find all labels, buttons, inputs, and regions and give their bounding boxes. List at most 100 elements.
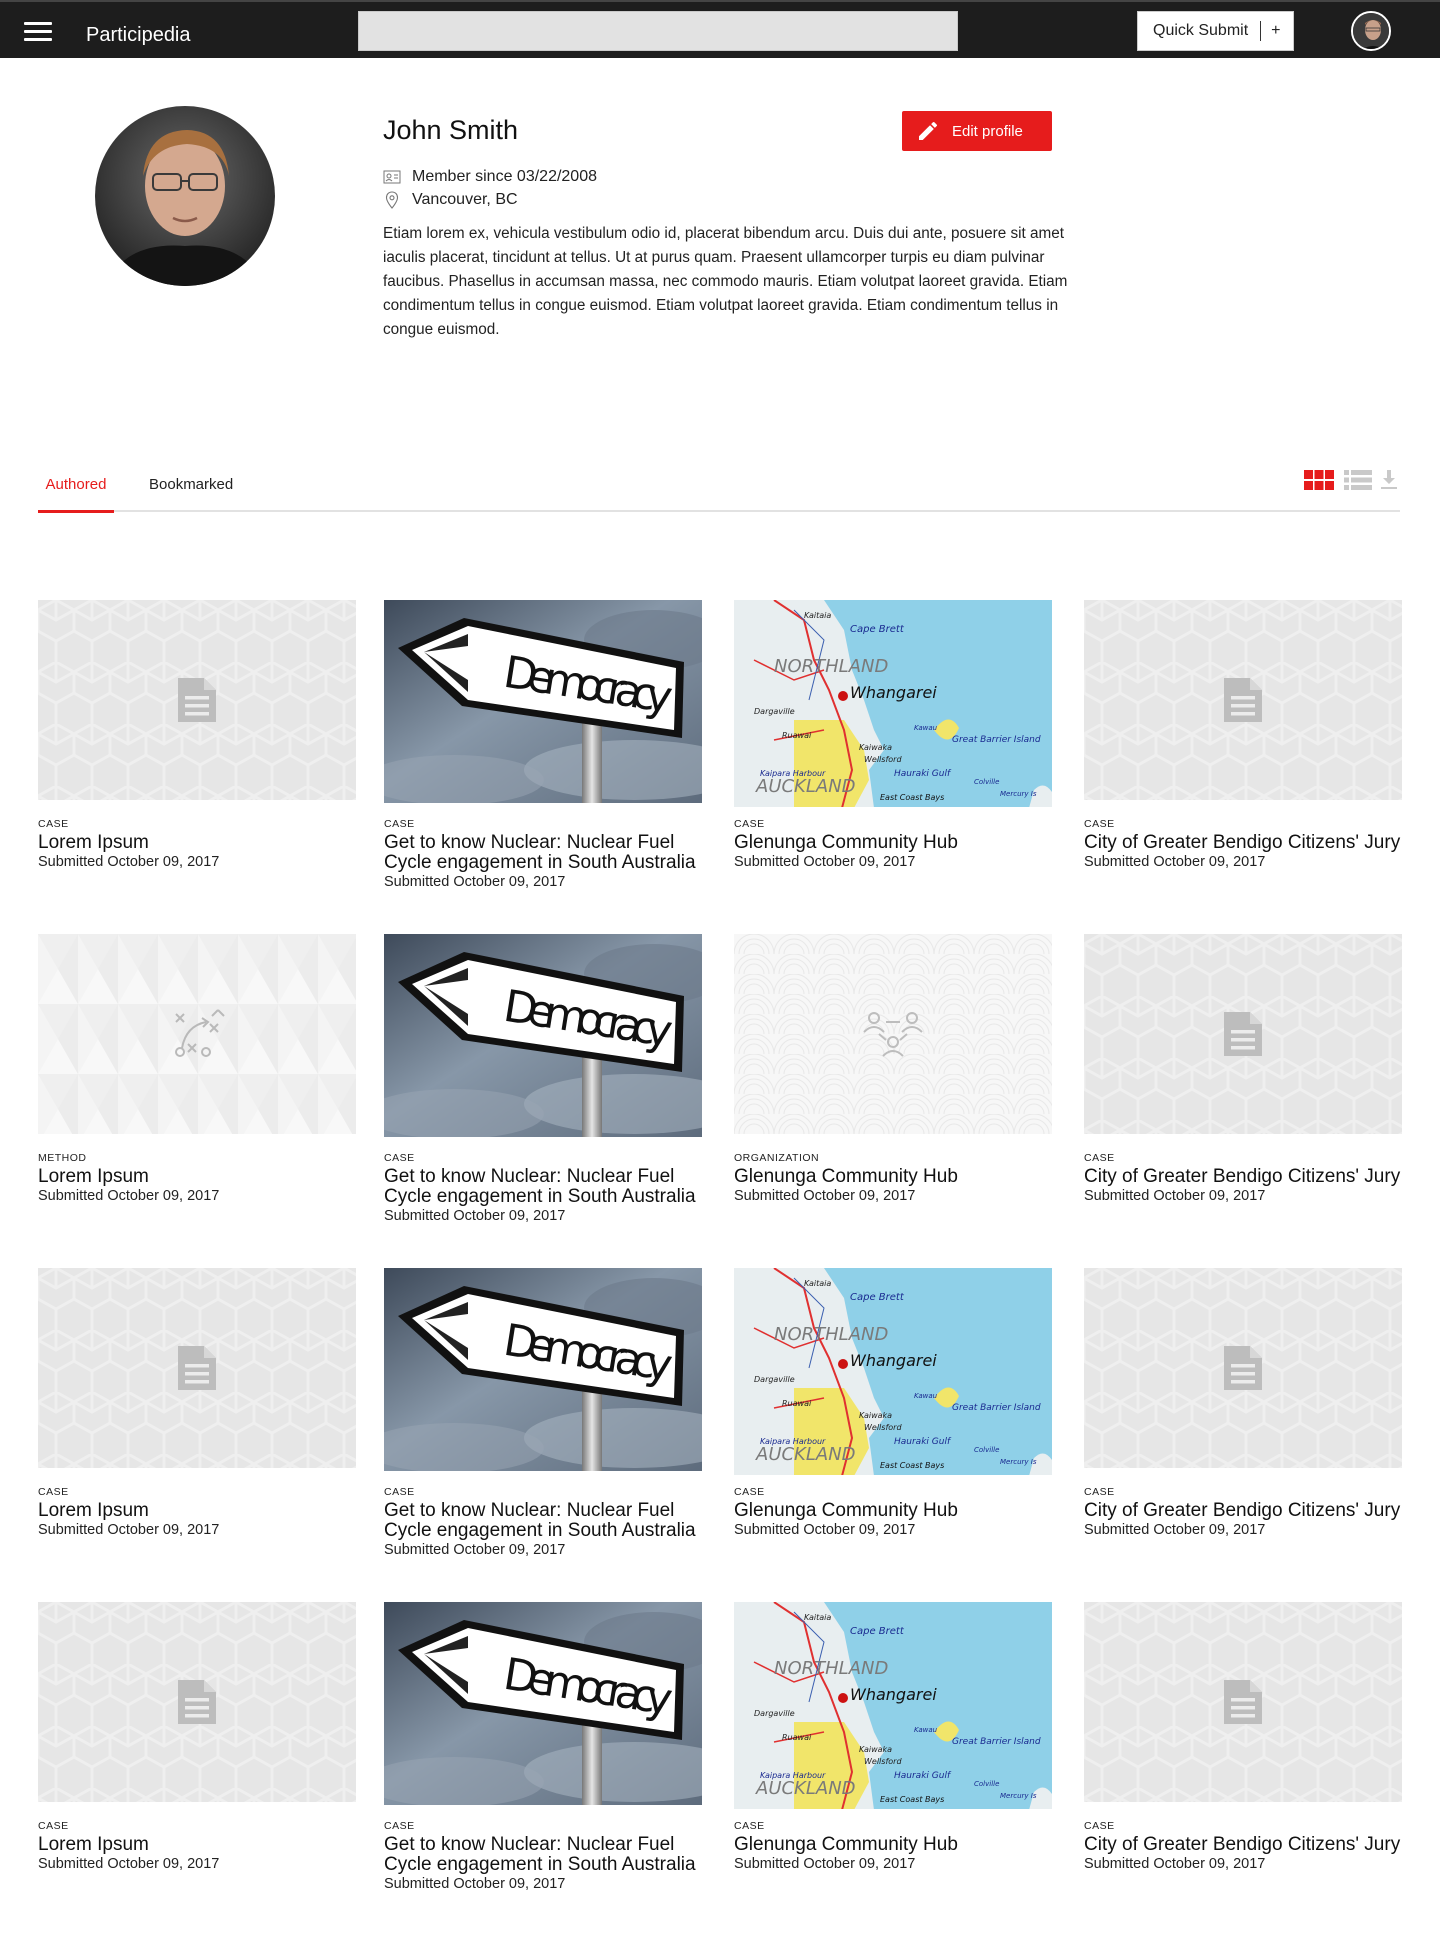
content-card[interactable]: CASE Lorem Ipsum Submitted October 09, 201… (38, 600, 356, 870)
list-view-icon[interactable] (1344, 470, 1372, 490)
map-label: Ruawai (782, 1733, 812, 1742)
card-date: Submitted October 09, 2017 (1084, 1188, 1266, 1204)
card-type: CASE (734, 1486, 765, 1498)
top-navigation-bar: Participedia Quick Submit + (0, 0, 1440, 58)
download-icon[interactable] (1380, 468, 1398, 490)
card-title[interactable]: Get to know Nuclear: Nuclear Fuel Cycle … (384, 1501, 702, 1541)
card-title[interactable]: Lorem Ipsum (38, 1835, 356, 1855)
profile-photo (95, 106, 275, 286)
content-card[interactable]: Cape Brett NORTHLAND Whangarei AUCKLAND … (734, 1268, 1052, 1538)
map-label: Hauraki Gulf (894, 1437, 952, 1447)
card-thumbnail[interactable] (38, 1268, 356, 1468)
map-label: Cape Brett (850, 1292, 905, 1303)
card-title[interactable]: Lorem Ipsum (38, 1501, 356, 1521)
menu-icon[interactable] (24, 22, 52, 42)
content-card[interactable]: Cape Brett NORTHLAND Whangarei AUCKLAND … (734, 1602, 1052, 1872)
map-label: Whangarei (850, 683, 937, 702)
map-label: East Coast Bays (880, 1461, 944, 1470)
map-label: Kaitaia (804, 611, 831, 620)
map-label: AUCKLAND (755, 1444, 856, 1465)
card-title[interactable]: City of Greater Bendigo Citizens' Jury (1084, 1167, 1402, 1187)
map-label: Kaiwaka (859, 1411, 892, 1420)
content-card[interactable]: Democracy CASE Get to know Nuclear: Nucle… (384, 1268, 702, 1558)
card-thumbnail[interactable]: Democracy (384, 934, 702, 1137)
user-avatar[interactable] (1351, 11, 1391, 51)
map-label: East Coast Bays (880, 1795, 944, 1804)
card-thumbnail[interactable]: Democracy (384, 1268, 702, 1471)
card-thumbnail[interactable] (1084, 934, 1402, 1134)
brand-logo[interactable]: Participedia (86, 24, 191, 47)
tab-bookmarked[interactable]: Bookmarked (149, 474, 233, 512)
map-label: Kawau (914, 1392, 938, 1400)
content-card[interactable]: Cape Brett NORTHLAND Whangarei AUCKLAND … (734, 600, 1052, 870)
search-input[interactable] (358, 11, 958, 51)
map-label: Colville (974, 778, 999, 786)
map-label: Great Barrier Island (952, 735, 1041, 745)
quick-submit-button[interactable]: Quick Submit + (1137, 11, 1294, 51)
card-type: CASE (1084, 818, 1115, 830)
card-date: Submitted October 09, 2017 (1084, 854, 1266, 870)
location-pin-icon (385, 191, 399, 209)
card-thumbnail[interactable] (1084, 1602, 1402, 1802)
tab-authored[interactable]: Authored (38, 474, 114, 513)
map-label: Great Barrier Island (952, 1403, 1041, 1413)
map-label: Ruawai (782, 1399, 812, 1408)
card-type: CASE (1084, 1486, 1115, 1498)
card-date: Submitted October 09, 2017 (734, 1522, 916, 1538)
location-row: Vancouver, BC (383, 191, 518, 209)
card-title[interactable]: Glenunga Community Hub (734, 833, 1052, 853)
card-title[interactable]: Glenunga Community Hub (734, 1167, 1052, 1187)
card-thumbnail[interactable] (1084, 600, 1402, 800)
map-label: Cape Brett (850, 1626, 905, 1637)
content-card[interactable]: METHOD Lorem Ipsum Submitted October 09, 2… (38, 934, 356, 1204)
card-thumbnail[interactable] (38, 934, 356, 1134)
card-type: CASE (38, 818, 69, 830)
card-title[interactable]: Lorem Ipsum (38, 1167, 356, 1187)
card-title[interactable]: Glenunga Community Hub (734, 1835, 1052, 1855)
card-thumbnail[interactable]: Cape Brett NORTHLAND Whangarei AUCKLAND … (734, 600, 1052, 807)
content-card[interactable]: CASE City of Greater Bendigo Citizens' Ju… (1084, 934, 1402, 1204)
map-label: AUCKLAND (755, 1778, 856, 1799)
profile-bio: Etiam lorem ex, vehicula vestibulum odio… (383, 225, 1068, 338)
quick-submit-label: Quick Submit (1138, 21, 1262, 41)
card-title[interactable]: Get to know Nuclear: Nuclear Fuel Cycle … (384, 1167, 702, 1207)
card-title[interactable]: Glenunga Community Hub (734, 1501, 1052, 1521)
card-title[interactable]: Get to know Nuclear: Nuclear Fuel Cycle … (384, 833, 702, 873)
content-card[interactable]: CASE City of Greater Bendigo Citizens' Ju… (1084, 1602, 1402, 1872)
card-thumbnail[interactable] (734, 934, 1052, 1134)
content-card[interactable]: CASE Lorem Ipsum Submitted October 09, 201… (38, 1268, 356, 1538)
card-thumbnail[interactable] (38, 600, 356, 800)
card-thumbnail[interactable]: Democracy (384, 600, 702, 803)
content-card[interactable]: Democracy CASE Get to know Nuclear: Nucle… (384, 1602, 702, 1892)
card-title[interactable]: City of Greater Bendigo Citizens' Jury (1084, 1501, 1402, 1521)
card-thumbnail[interactable]: Cape Brett NORTHLAND Whangarei AUCKLAND … (734, 1602, 1052, 1809)
card-date: Submitted October 09, 2017 (384, 1208, 566, 1224)
card-title[interactable]: City of Greater Bendigo Citizens' Jury (1084, 1835, 1402, 1855)
card-date: Submitted October 09, 2017 (734, 854, 916, 870)
card-type: CASE (734, 818, 765, 830)
card-thumbnail[interactable]: Democracy (384, 1602, 702, 1805)
card-thumbnail[interactable] (38, 1602, 356, 1802)
content-card[interactable]: CASE Lorem Ipsum Submitted October 09, 201… (38, 1602, 356, 1872)
map-label: Kawau (914, 724, 938, 732)
map-label: Ruawai (782, 731, 812, 740)
card-type: ORGANIZATION (734, 1152, 820, 1164)
card-title[interactable]: City of Greater Bendigo Citizens' Jury (1084, 833, 1402, 853)
grid-view-icon[interactable] (1304, 470, 1334, 490)
card-thumbnail[interactable]: Cape Brett NORTHLAND Whangarei AUCKLAND … (734, 1268, 1052, 1475)
card-title[interactable]: Lorem Ipsum (38, 833, 356, 853)
content-card[interactable]: Democracy CASE Get to know Nuclear: Nucle… (384, 934, 702, 1224)
card-thumbnail[interactable] (1084, 1268, 1402, 1468)
content-card[interactable]: Democracy CASE Get to know Nuclear: Nucle… (384, 600, 702, 890)
card-type: CASE (1084, 1820, 1115, 1832)
card-title[interactable]: Get to know Nuclear: Nuclear Fuel Cycle … (384, 1835, 702, 1875)
card-type: CASE (1084, 1152, 1115, 1164)
card-type: METHOD (38, 1152, 87, 1164)
edit-profile-button[interactable]: Edit profile (902, 111, 1052, 151)
content-card[interactable]: CASE City of Greater Bendigo Citizens' Ju… (1084, 1268, 1402, 1538)
content-card[interactable]: ORGANIZATION Glenunga Community Hub Submit… (734, 934, 1052, 1204)
content-card[interactable]: CASE City of Greater Bendigo Citizens' Ju… (1084, 600, 1402, 870)
map-label: NORTHLAND (774, 1658, 888, 1679)
map-label: Colville (974, 1446, 999, 1454)
card-type: CASE (384, 818, 415, 830)
